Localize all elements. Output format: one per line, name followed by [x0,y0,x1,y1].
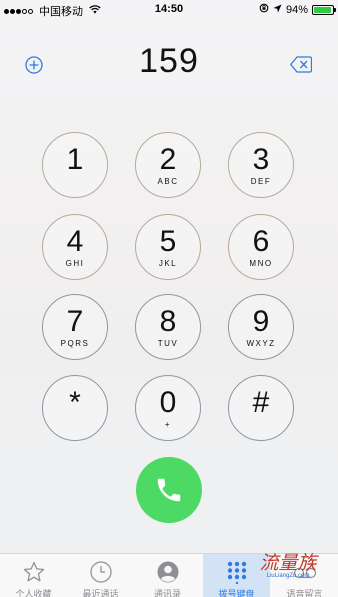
key-digit: 6 [252,224,270,258]
key-letters: DEF [250,176,272,186]
clock-icon [89,560,113,584]
key-8[interactable]: 8 TUV [135,294,201,360]
status-right: 94% [259,3,336,16]
key-digit: 0 [159,385,177,419]
key-letters: + [164,419,172,429]
watermark-text: 流量族 [259,552,317,574]
key-9[interactable]: 9 WXYZ [228,294,294,360]
key-1[interactable]: 1 [42,132,108,198]
key-digit: 7 [66,304,84,338]
tab-label: 拨号键盘 [218,589,255,597]
star-icon [22,560,46,584]
key-4[interactable]: 4 GHI [42,214,108,280]
key-2[interactable]: 2 ABC [135,132,201,198]
key-digit: 3 [252,142,270,176]
key-star[interactable]: * [42,375,108,441]
key-digit: 8 [159,304,177,338]
delete-button[interactable] [290,56,313,73]
key-digit: 9 [252,304,270,338]
status-bar: 中国移动 14:50 94% [0,0,338,18]
key-digit: # [252,385,270,419]
backspace-icon [290,56,313,73]
key-0[interactable]: 0 + [135,375,201,441]
key-letters: GHI [65,258,85,268]
key-digit: 2 [159,142,177,176]
key-letters: ABC [157,176,179,186]
rotation-lock-icon [259,3,269,16]
battery-icon [312,4,336,15]
tab-label: 最近通话 [82,589,119,597]
key-hash[interactable]: # [228,375,294,441]
dialed-number: 159 [139,42,199,80]
key-letters: PQRS [60,338,90,348]
key-7[interactable]: 7 PQRS [42,294,108,360]
tab-favorites[interactable]: 个人收藏 [0,554,67,597]
key-letters: TUV [157,338,179,348]
keypad-icon [225,560,249,584]
key-digit: 1 [66,142,84,176]
tab-recents[interactable]: 最近通话 [67,554,134,597]
battery-level [314,6,331,13]
phone-icon [157,478,181,502]
watermark-logo: 流量族 LiuLiangZu.com [258,553,318,583]
key-digit: 4 [66,224,84,258]
key-digit: 5 [159,224,177,258]
call-button[interactable] [136,457,202,523]
contacts-icon [156,560,180,584]
key-5[interactable]: 5 JKL [135,214,201,280]
watermark-url: LiuLiangZu.com [266,573,310,579]
key-digit: * [69,385,81,419]
key-6[interactable]: 6 MNO [228,214,294,280]
key-letters: JKL [158,258,178,268]
tab-label: 通讯录 [153,589,181,597]
location-arrow-icon [273,4,282,16]
key-3[interactable]: 3 DEF [228,132,294,198]
plus-circle-icon [25,56,43,74]
tab-contacts[interactable]: 通讯录 [134,554,201,597]
key-letters: WXYZ [246,338,276,348]
battery-percent: 94% [285,3,308,16]
key-letters: MNO [249,258,273,268]
tab-label: 个人收藏 [15,589,52,597]
tab-label: 语音留言 [286,589,323,597]
add-contact-button[interactable] [25,56,43,74]
